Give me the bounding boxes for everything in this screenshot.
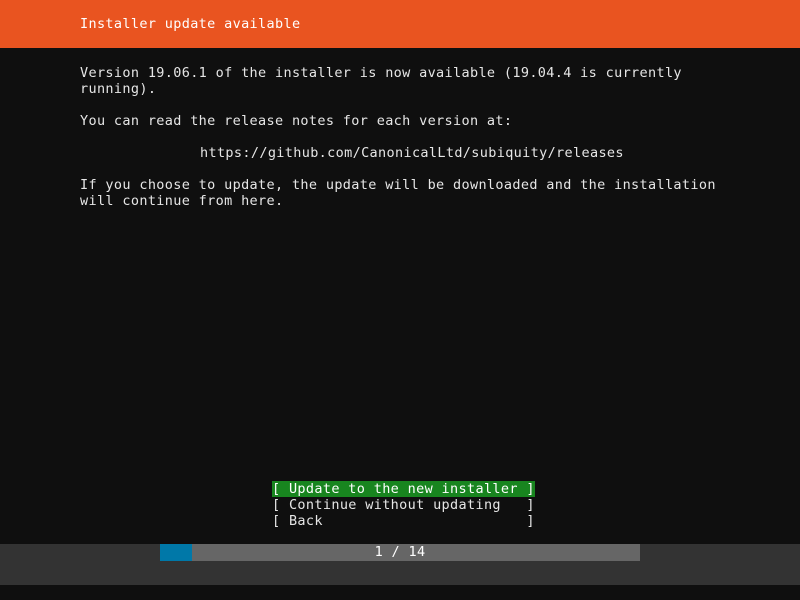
bottom-strip: [0, 585, 800, 600]
release-notes-paragraph: You can read the release notes for each …: [80, 113, 513, 129]
back-button[interactable]: [ Back ]: [272, 513, 535, 529]
header-bar: Installer update available: [0, 0, 800, 48]
main-content: Version 19.06.1 of the installer is now …: [0, 48, 800, 544]
progress-label: 1 / 14: [374, 544, 426, 560]
update-to-new-installer-button[interactable]: [ Update to the new installer ]: [272, 481, 535, 497]
release-notes-url: https://github.com/CanonicalLtd/subiquit…: [200, 145, 624, 161]
progress-bar: 1 / 14: [160, 544, 640, 561]
installer-screen: Installer update available Version 19.06…: [0, 0, 800, 600]
button-group: [ Update to the new installer ] [ Contin…: [272, 481, 535, 529]
page-title: Installer update available: [80, 16, 301, 32]
update-info-paragraph: If you choose to update, the update will…: [80, 177, 725, 209]
continue-without-updating-button[interactable]: [ Continue without updating ]: [272, 497, 535, 513]
footer-bar: 1 / 14: [0, 544, 800, 585]
version-paragraph: Version 19.06.1 of the installer is now …: [80, 65, 691, 97]
